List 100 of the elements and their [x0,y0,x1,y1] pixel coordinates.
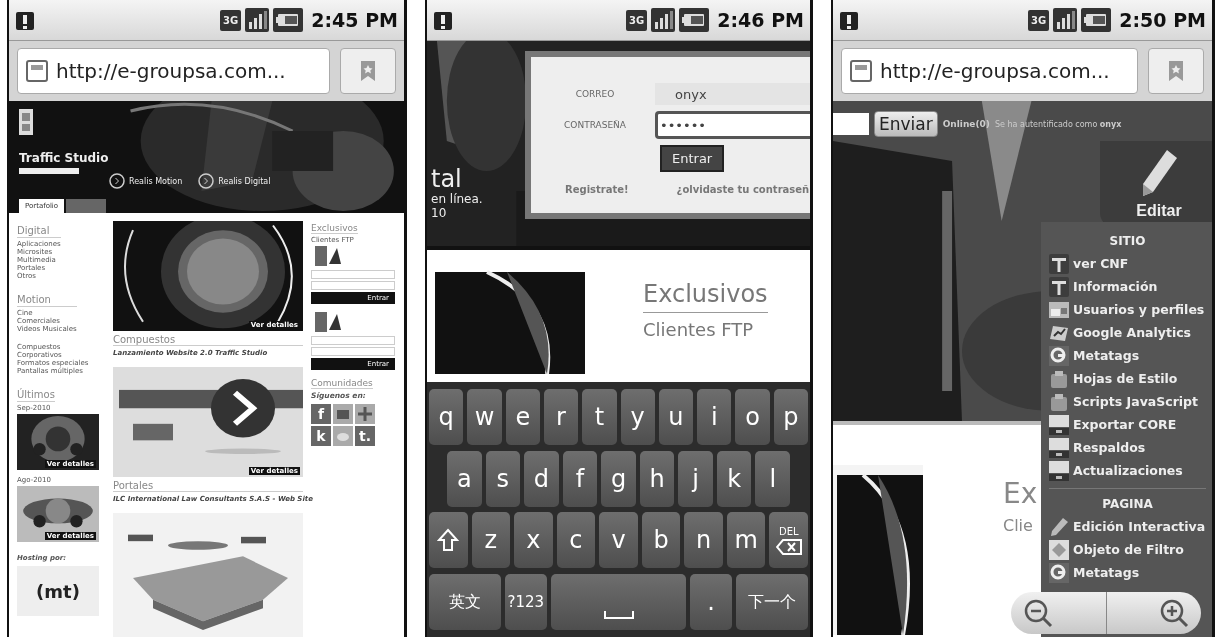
keyboard-key[interactable]: v [599,512,638,569]
menu-item[interactable]: Actualizaciones [1073,463,1183,478]
menu-item[interactable]: Google Analytics [1073,325,1192,340]
delete-key[interactable]: DEL [769,512,809,569]
site-title: Traffic Studio [19,151,109,165]
keyboard-key[interactable]: . [690,574,733,631]
search-field[interactable] [19,168,79,174]
menu-item[interactable]: Información [1073,279,1158,294]
background-text: 10 [431,206,448,220]
feature-link[interactable]: Realis Digital [218,176,271,186]
url-field[interactable]: http://e-groupsa.com... [841,48,1138,94]
menu-item[interactable]: Respaldos [1073,440,1146,455]
login-button[interactable]: Entrar [660,145,725,172]
keyboard-key[interactable]: k [716,450,752,507]
keyboard-key[interactable]: h [639,450,675,507]
package-icon [1049,368,1069,389]
menu-item[interactable]: Usuarios y perfiles [1073,302,1205,317]
signal-icon [1053,8,1078,32]
keyboard-key[interactable]: 下一个 [736,574,808,631]
password-field[interactable] [311,347,395,356]
menu-item[interactable]: Scripts JavaScript [1073,394,1199,409]
keyboard-key[interactable]: ?123 [504,574,547,631]
keyboard-key[interactable]: w [467,388,502,445]
feature-link[interactable]: Realis Motion [129,176,183,186]
clock-time: 2:46 PM [717,9,804,31]
online-count: Online(0) [942,119,990,129]
keyboard-key[interactable]: g [601,450,636,507]
account-link[interactable]: Registrate! [565,184,629,195]
keyboard-key[interactable]: x [514,512,553,569]
logo-icon [19,109,33,135]
zoom-in-icon [1159,598,1189,628]
keyboard-key[interactable]: l [755,450,791,507]
menu-item[interactable]: Exportar CORE [1073,417,1177,432]
social-icon[interactable]: k [311,426,331,446]
shift-key[interactable] [428,512,468,569]
keyboard-key[interactable]: t [582,388,617,445]
keyboard-key[interactable]: b [641,512,681,569]
tab[interactable] [66,199,107,213]
play-icon[interactable] [198,173,215,189]
url-field[interactable]: http://e-groupsa.com... [17,48,330,94]
signal-icon [245,8,270,32]
username-field[interactable] [311,336,395,345]
keyboard-key[interactable]: m [726,512,766,569]
send-button[interactable]: Enviar [874,111,938,137]
keyboard-key[interactable]: z [471,512,511,569]
project-category: Portales [113,480,303,492]
section-subtitle: Clientes FTP [643,319,755,340]
keyboard-key[interactable]: f [562,450,598,507]
background-text: en línea. [431,192,483,206]
keyboard-key[interactable]: u [658,388,694,445]
keyboard-key[interactable]: p [773,388,808,445]
keyboard-key[interactable]: y [620,388,655,445]
field-label: CONTRASEÑA [563,120,627,130]
battery-icon [1081,8,1112,32]
keyboard-key[interactable]: o [735,388,770,445]
project-category: Compuestos [113,334,303,346]
keyboard-key[interactable]: d [524,450,559,507]
space-key[interactable] [550,574,687,631]
keyboard-key[interactable]: n [684,512,723,569]
background-text: Clie [1003,516,1034,535]
menu-item[interactable]: Hojas de Estilo [1073,371,1178,386]
network-type: 3G [626,9,648,31]
package-icon [1049,391,1069,412]
menu-item[interactable]: Edición Interactiva [1073,519,1206,534]
menu-item[interactable]: Metatags [1073,565,1140,580]
filter-icon [1049,539,1069,560]
keyboard-key[interactable]: r [543,388,579,445]
input-field[interactable]: •••••• [655,111,810,139]
backspace-icon [775,538,802,555]
keyboard-key[interactable]: i [697,388,732,445]
keyboard-key[interactable]: j [678,450,713,507]
bookmark-button[interactable] [1148,48,1204,94]
input-field[interactable]: onyx [655,83,810,105]
menu-item[interactable]: Metatags [1073,348,1140,363]
social-icon[interactable] [333,404,353,424]
network-type: 3G [1028,9,1050,31]
menu-heading: PAGINA [1102,497,1153,511]
social-icon[interactable] [355,404,375,424]
monitor-icon [1049,414,1069,435]
clock-time: 2:45 PM [311,9,398,31]
password-field[interactable] [311,281,395,290]
shift-icon [437,528,460,553]
input-field[interactable] [833,113,869,135]
social-icon[interactable] [333,426,353,446]
keyboard-key[interactable]: 英文 [429,574,501,631]
menu-item[interactable]: ver CNF [1073,256,1129,271]
social-icon[interactable]: t. [355,426,375,446]
social-icon[interactable]: f [311,404,331,424]
keyboard-key[interactable]: q [429,388,464,445]
play-icon[interactable] [109,173,125,189]
account-link[interactable]: ¿olvidaste tu contraseñ [676,184,810,195]
keyboard-key[interactable]: s [485,450,521,507]
keyboard-key[interactable]: a [446,450,482,507]
keyboard-key[interactable]: c [556,512,596,569]
menu-item[interactable]: Objeto de Filtro [1073,542,1184,557]
bookmark-button[interactable] [340,48,396,94]
username-field[interactable] [311,270,395,279]
background-text: Ex [1003,477,1038,510]
clock-time: 2:50 PM [1119,9,1206,31]
keyboard-key[interactable]: e [505,388,540,445]
